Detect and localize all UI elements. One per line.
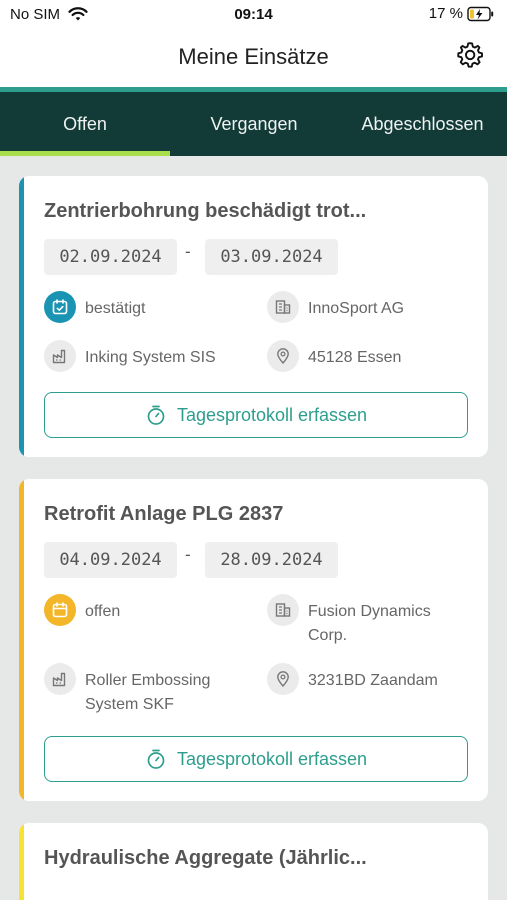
page-title: Meine Einsätze bbox=[178, 44, 329, 69]
tab-vergangen[interactable]: Vergangen bbox=[170, 92, 338, 156]
job-title: Hydraulische Aggregate (Jährlic... bbox=[44, 847, 367, 869]
machine-name: Roller Embossing System SKF bbox=[85, 669, 210, 717]
location-text: 3231BD Zaandam bbox=[308, 672, 438, 689]
status-text: bestätigt bbox=[85, 300, 146, 317]
date-to: 03.09.2024 bbox=[205, 239, 338, 275]
app-header: Meine Einsätze bbox=[0, 32, 507, 87]
tab-abgeschlossen[interactable]: Abgeschlossen bbox=[338, 92, 507, 156]
calendar-icon bbox=[44, 594, 76, 626]
location-info: 45128 Essen bbox=[267, 340, 401, 372]
machine-name: Inking System SIS bbox=[85, 349, 216, 366]
location-text: 45128 Essen bbox=[308, 349, 402, 366]
customer-name: Fusion Dynamics Corp. bbox=[308, 600, 431, 648]
status-accent-bar bbox=[19, 479, 24, 801]
date-from: 02.09.2024 bbox=[44, 239, 177, 275]
tagesprotokoll-button[interactable]: Tagesprotokoll erfassen bbox=[44, 392, 468, 438]
machine-name-line: Roller Embossing bbox=[85, 672, 211, 689]
job-card[interactable]: Zentrierbohrung beschädigt trot... 02.09… bbox=[19, 176, 488, 457]
button-label: Tagesprotokoll erfassen bbox=[176, 748, 368, 769]
date-from: 04.09.2024 bbox=[44, 542, 177, 578]
date-to: 28.09.2024 bbox=[205, 542, 338, 578]
status-info: bestätigt bbox=[44, 291, 145, 323]
battery-status: 17 % bbox=[429, 5, 495, 22]
button-label: Tagesprotokoll erfassen bbox=[176, 404, 368, 425]
job-card[interactable]: Hydraulische Aggregate (Jährlic... bbox=[19, 823, 488, 900]
date-separator: - bbox=[185, 242, 191, 261]
status-bar: No SIM 09:14 17 % bbox=[0, 0, 507, 32]
job-title: Retrofit Anlage PLG 2837 bbox=[44, 503, 284, 525]
stopwatch-icon bbox=[147, 749, 165, 769]
job-card[interactable]: Retrofit Anlage PLG 2837 04.09.2024 - 28… bbox=[19, 479, 488, 801]
machine-name-line: System SKF bbox=[85, 696, 174, 713]
battery-charging-icon bbox=[467, 6, 494, 21]
customer-name-line: Corp. bbox=[308, 627, 348, 644]
battery-percent: 17 % bbox=[428, 5, 463, 22]
customer-info: InnoSport AG bbox=[267, 291, 404, 323]
status-accent-bar bbox=[19, 823, 24, 900]
status-accent-bar bbox=[19, 176, 24, 457]
location-pin-icon bbox=[267, 340, 299, 372]
gear-icon[interactable] bbox=[455, 40, 485, 70]
building-icon bbox=[267, 594, 299, 626]
tagesprotokoll-button[interactable]: Tagesprotokoll erfassen bbox=[44, 736, 468, 782]
customer-name-line: Fusion Dynamics bbox=[308, 603, 431, 620]
stopwatch-icon bbox=[147, 405, 165, 425]
customer-info: Fusion Dynamics Corp. bbox=[267, 594, 431, 648]
location-info: 3231BD Zaandam bbox=[267, 663, 438, 695]
date-separator: - bbox=[185, 545, 191, 564]
status-info: offen bbox=[44, 594, 120, 626]
location-pin-icon bbox=[267, 663, 299, 695]
factory-icon bbox=[44, 663, 76, 695]
machine-info: Roller Embossing System SKF bbox=[44, 663, 210, 717]
machine-info: Inking System SIS bbox=[44, 340, 216, 372]
tab-bar: Offen Vergangen Abgeschlossen bbox=[0, 92, 507, 156]
factory-icon bbox=[44, 340, 76, 372]
tab-offen[interactable]: Offen bbox=[0, 92, 170, 156]
building-icon bbox=[267, 291, 299, 323]
job-title: Zentrierbohrung beschädigt trot... bbox=[44, 200, 367, 222]
status-text: offen bbox=[85, 603, 121, 620]
customer-name: InnoSport AG bbox=[308, 300, 405, 317]
calendar-check-icon bbox=[44, 291, 76, 323]
